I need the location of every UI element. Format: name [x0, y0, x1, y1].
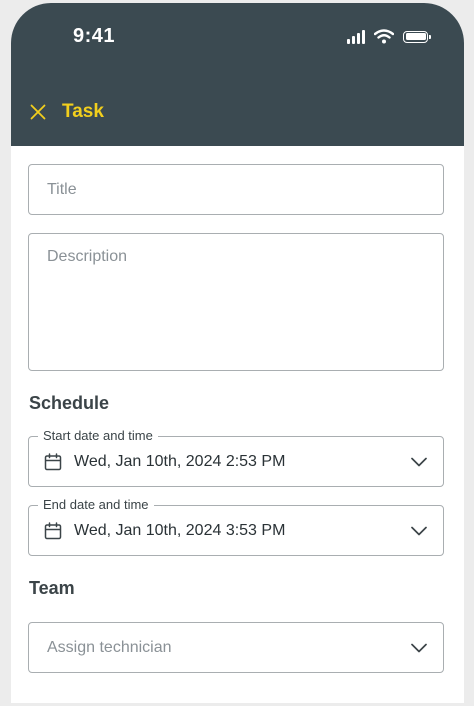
title-placeholder: Title — [47, 181, 77, 198]
phone-frame: 9:41 Task Title Description Schedule Sta… — [11, 3, 464, 703]
calendar-icon — [44, 522, 62, 540]
chevron-down-icon — [411, 643, 427, 653]
app-header: 9:41 Task — [11, 3, 464, 146]
page-title: Task — [62, 101, 104, 122]
signal-icon — [347, 29, 365, 44]
start-date-select[interactable]: Start date and time Wed, Jan 10th, 2024 … — [28, 428, 444, 487]
title-field[interactable]: Title — [28, 164, 444, 215]
technician-select[interactable]: Assign technician — [28, 622, 444, 673]
status-icons — [347, 29, 431, 44]
end-date-label: End date and time — [38, 497, 154, 512]
start-date-label: Start date and time — [38, 428, 158, 443]
description-placeholder: Description — [47, 248, 128, 265]
close-button[interactable] — [27, 101, 49, 123]
wifi-icon — [374, 29, 394, 44]
team-heading: Team — [29, 578, 75, 598]
end-date-select[interactable]: End date and time Wed, Jan 10th, 2024 3:… — [28, 497, 444, 556]
status-time: 9:41 — [73, 25, 116, 47]
chevron-down-icon — [411, 526, 427, 536]
battery-icon — [403, 30, 431, 43]
chevron-down-icon — [411, 457, 427, 467]
nav-bar: Task — [27, 101, 104, 123]
close-icon — [30, 104, 46, 120]
end-date-value: Wed, Jan 10th, 2024 3:53 PM — [74, 522, 286, 539]
description-field[interactable]: Description — [28, 233, 444, 371]
calendar-icon — [44, 453, 62, 471]
technician-placeholder: Assign technician — [47, 639, 172, 656]
start-date-value: Wed, Jan 10th, 2024 2:53 PM — [74, 453, 286, 470]
schedule-heading: Schedule — [29, 393, 110, 413]
